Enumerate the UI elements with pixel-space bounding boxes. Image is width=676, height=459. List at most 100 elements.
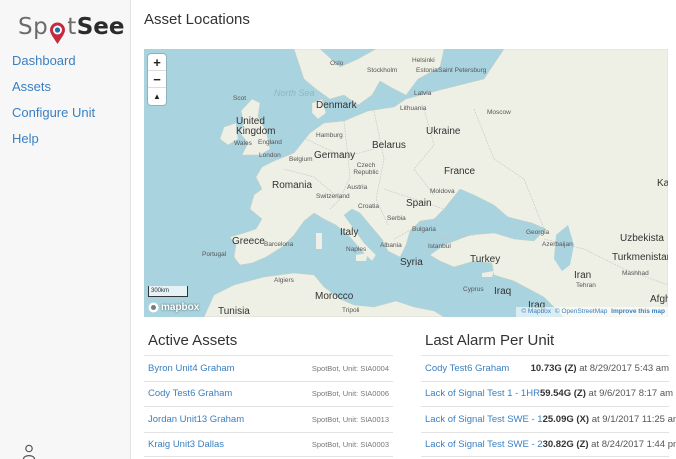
alarm-axis: (Z) (564, 362, 577, 374)
map-attribution: © Mapbox © OpenStreetMap Improve this ma… (516, 307, 668, 317)
alarm-timestamp: at 8/24/2017 1:44 pm (591, 438, 676, 450)
mapbox-icon (148, 302, 159, 313)
map-label-london: London (259, 152, 281, 159)
map-label-denmark: Denmark (316, 100, 357, 111)
user-icon[interactable] (22, 444, 36, 459)
main-content: Asset Locations Oslo Stockholm Helsinki … (131, 0, 676, 459)
map-label-saint-petersburg: Saint Petersburg (438, 67, 487, 74)
improve-map-link[interactable]: Improve this map (611, 308, 665, 315)
alarm-value: 10.73G (Z) at 8/29/2017 5:43 am (531, 363, 669, 374)
asset-link[interactable]: Jordan Unit13 Graham (144, 414, 244, 425)
last-alarm-table: Cody Test6 Graham 10.73G (Z) at 8/29/201… (421, 355, 676, 457)
map-label-spain: Greece (232, 236, 265, 247)
alarm-unit-link[interactable]: Lack of Signal Test SWE - 2 (421, 439, 543, 450)
map-label-tehran: Tehran (576, 282, 596, 289)
table-row: Cody Test6 Graham SpotBot, Unit: SIA0006 (144, 380, 393, 407)
improve-map-label: Improve this map (611, 308, 665, 315)
alarm-unit-link[interactable]: Lack of Signal Test SWE - 1 (421, 414, 543, 425)
map-zoom-controls: + − ▲ (148, 54, 166, 105)
map-label-north-sea: North Sea (274, 88, 315, 98)
map-label-ukraine: France (444, 166, 476, 177)
map-label-azerbaijan: Azerbaijan (542, 241, 573, 248)
location-pin-icon (49, 22, 66, 45)
map-label-scotland: Scot (233, 95, 247, 102)
map-label-czech-republic: Czech Republic (353, 162, 379, 176)
sidebar-item-configure-unit[interactable]: Configure Unit (12, 105, 95, 131)
map-label-barcelona: Barcelona (264, 241, 294, 248)
sidebar-item-help[interactable]: Help (12, 131, 95, 157)
table-row: Lack of Signal Test SWE - 2 30.82G (Z) a… (421, 431, 676, 457)
map-label-afghanistan: Afgh (650, 294, 668, 305)
table-row: Lack of Signal Test SWE - 1 25.09G (X) a… (421, 406, 676, 432)
map-label-iran: Iran (574, 270, 592, 281)
map-label-uzbekistan: Uzbekista (620, 233, 664, 244)
map-label-turkmenistan: Turkmenistan (612, 252, 668, 263)
asset-link[interactable]: Kraig Unit3 Dallas (144, 439, 224, 450)
mapbox-logo-text: mapbox (161, 302, 200, 313)
map-label-hamburg: Hamburg (316, 132, 343, 139)
sidebar-item-dashboard[interactable]: Dashboard (12, 53, 95, 79)
asset-meta: SpotBot, Unit: SIA0013 (311, 414, 389, 424)
active-assets-table: Byron Unit4 Graham SpotBot, Unit: SIA000… (144, 355, 393, 457)
map-label-stockholm: Stockholm (367, 67, 398, 74)
compass-icon[interactable]: ▲ (148, 88, 166, 105)
map-label-lithuania: Lithuania (400, 105, 427, 112)
map-label-albania: Albania (380, 242, 402, 249)
logo-text-see: See (76, 14, 125, 40)
map-scale-bar: 300km (148, 286, 188, 297)
map-label-greece: Syria (400, 257, 423, 268)
map-label-moldova: Moldova (430, 188, 455, 195)
attribution-mapbox-link[interactable]: © Mapbox (521, 308, 551, 315)
map-label-morocco: Tunisia (218, 306, 250, 317)
map-label-moscow: Moscow (487, 109, 511, 116)
zoom-in-button[interactable]: + (148, 54, 166, 71)
map-label-tunisia: Morocco (315, 291, 354, 302)
map-label-italy: Italy (340, 227, 359, 238)
table-row: Lack of Signal Test 1 - 1HR 59.54G (Z) a… (421, 380, 673, 407)
map-label-helsinki: Helsinki (412, 57, 435, 64)
asset-map[interactable]: Oslo Stockholm Helsinki Saint Petersburg… (144, 49, 668, 317)
map-label-kazakh: Kazakh (657, 178, 668, 189)
alarm-unit-link[interactable]: Cody Test6 Graham (421, 363, 509, 374)
attribution-osm-link[interactable]: © OpenStreetMap (555, 308, 607, 315)
sidebar-nav: Dashboard Assets Configure Unit Help (12, 53, 95, 157)
sidebar: Sp t See Dashboard Assets Configure Unit… (0, 0, 131, 459)
alarm-axis: (Z) (576, 438, 589, 450)
map-label-algiers: Algiers (274, 277, 294, 284)
map-label-france: Romania (272, 180, 313, 191)
map-label-portugal: Portugal (202, 251, 227, 258)
alarm-axis: (X) (576, 413, 590, 425)
asset-meta: SpotBot, Unit: SIA0006 (311, 389, 389, 399)
alarm-timestamp: at 9/6/2017 8:17 am (588, 388, 674, 400)
map-label-bulgaria: Bulgaria (412, 226, 436, 233)
map-label-istanbul: Istanbul (428, 243, 451, 250)
alarm-unit-link[interactable]: Lack of Signal Test 1 - 1HR (421, 388, 540, 399)
asset-link[interactable]: Byron Unit4 Graham (144, 363, 235, 374)
map-label-romania: Spain (406, 198, 432, 209)
last-alarm-title: Last Alarm Per Unit (425, 332, 555, 349)
spotsee-logo[interactable]: Sp t See (18, 6, 125, 44)
mapbox-logo[interactable]: mapbox (148, 302, 199, 313)
map-label-england: England (258, 139, 282, 146)
asset-link[interactable]: Cody Test6 Graham (144, 388, 232, 399)
logo-text-sp: Sp (18, 14, 49, 40)
map-label-wales: Wales (234, 140, 252, 147)
map-label-germany: Germany (314, 150, 356, 161)
table-row: Kraig Unit3 Dallas SpotBot, Unit: SIA000… (144, 431, 393, 457)
alarm-value: 30.82G (Z) at 8/24/2017 1:44 pm (543, 439, 676, 450)
alarm-g-force: 25.09G (542, 413, 574, 425)
alarm-g-force: 10.73G (530, 362, 562, 374)
alarm-value: 25.09G (X) at 9/1/2017 11:25 am (543, 414, 676, 425)
sidebar-item-assets[interactable]: Assets (12, 79, 95, 105)
table-row: Byron Unit4 Graham SpotBot, Unit: SIA000… (144, 355, 393, 381)
map-label-naples: Naples (346, 246, 367, 253)
alarm-g-force: 30.82G (542, 438, 574, 450)
table-row: Cody Test6 Graham 10.73G (Z) at 8/29/201… (421, 355, 669, 381)
map-label-latvia: Latvia (414, 90, 432, 97)
zoom-out-button[interactable]: − (148, 71, 166, 88)
map-label-tripoli: Tripoli (342, 307, 360, 314)
alarm-g-force: 59.54G (539, 388, 572, 400)
alarm-value: 59.54G (Z) at 9/6/2017 8:17 am (540, 388, 673, 399)
map-label-cyprus: Cyprus (463, 286, 484, 293)
alarm-timestamp: at 9/1/2017 11:25 am (591, 413, 676, 425)
